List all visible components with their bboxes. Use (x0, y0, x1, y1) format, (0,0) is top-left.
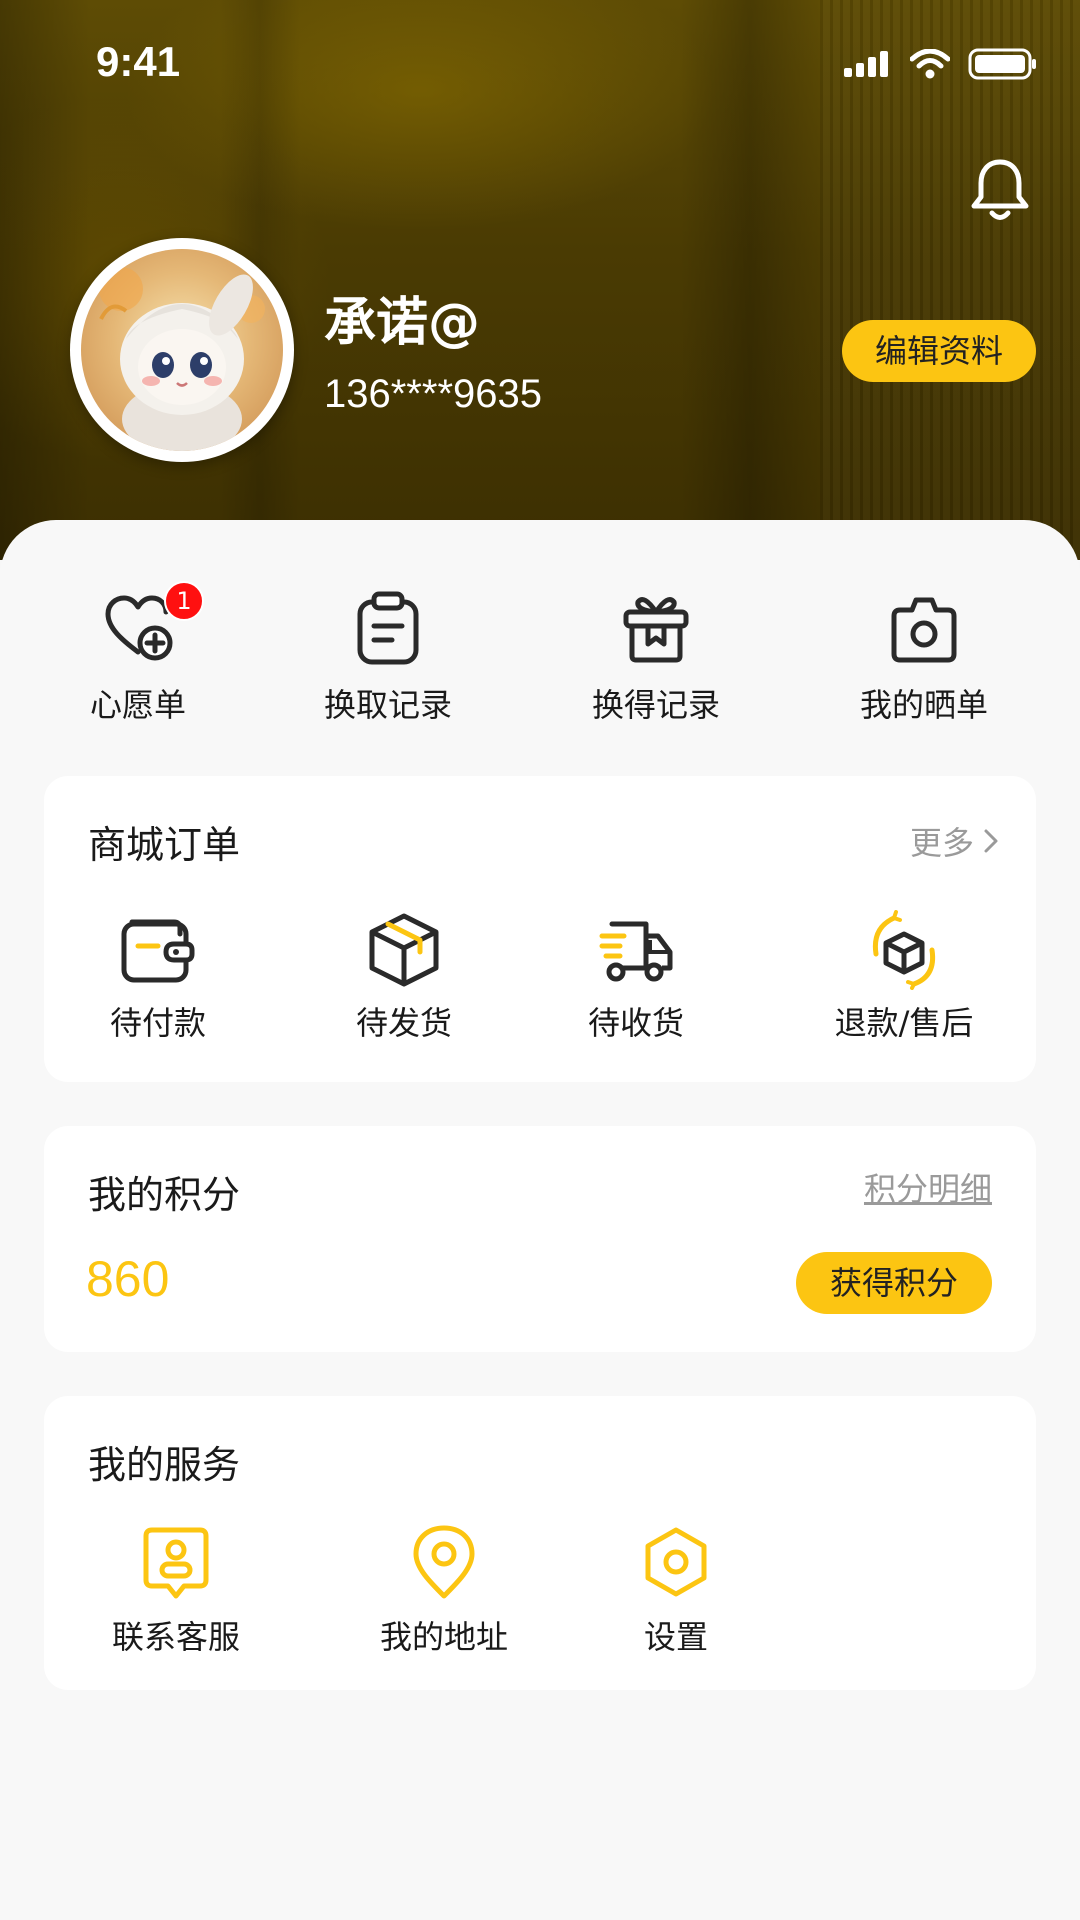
quick-item-label: 心愿单 (89, 686, 186, 724)
battery-icon (968, 48, 1036, 80)
order-pending-shipment[interactable]: 待发货 (294, 910, 514, 1050)
order-pending-receipt[interactable]: 待收货 (526, 910, 746, 1050)
service-label: 设置 (643, 1618, 708, 1656)
refund-cycle-icon (872, 910, 936, 990)
order-pending-payment[interactable]: 待付款 (48, 910, 268, 1050)
phone-number: 136****9635 (324, 372, 542, 416)
camera-icon (891, 597, 957, 663)
chevron-right-icon (984, 829, 998, 853)
order-label: 退款/售后 (834, 1004, 974, 1042)
customer-service-icon (143, 1527, 209, 1599)
wallet-icon (121, 919, 195, 983)
clipboard-icon (357, 591, 419, 665)
quick-actions: 心愿单 换取记录 换得记录 我的晒单 (0, 590, 1080, 740)
my-points-card: 我的积分 积分明细 860 获得积分 (44, 1126, 1036, 1352)
wishlist-badge: 1 (164, 581, 204, 621)
service-my-address[interactable]: 我的地址 (344, 1524, 544, 1664)
quick-item-label: 换得记录 (591, 686, 720, 724)
gift-box-icon (623, 597, 689, 663)
order-refund-aftersales[interactable]: 退款/售后 (794, 910, 1014, 1050)
settings-hexagon-icon (645, 1527, 707, 1597)
service-label: 联系客服 (111, 1618, 240, 1656)
services-title: 我的服务 (88, 1443, 241, 1487)
service-settings[interactable]: 设置 (576, 1524, 776, 1664)
avatar[interactable] (70, 238, 294, 462)
avatar-image (81, 249, 283, 451)
cellular-signal-icon (844, 51, 888, 77)
points-title: 我的积分 (88, 1173, 241, 1217)
status-icons (844, 48, 1038, 80)
bell-icon[interactable] (968, 156, 1032, 224)
more-label: 更多 (909, 824, 974, 862)
points-detail-link[interactable]: 积分明细 (864, 1164, 992, 1210)
status-time: 9:41 (96, 38, 181, 85)
username: 承诺@ (324, 293, 481, 353)
order-label: 待付款 (109, 1004, 206, 1042)
quick-item-label: 我的晒单 (859, 686, 988, 724)
service-customer-support[interactable]: 联系客服 (76, 1524, 276, 1664)
mall-orders-card: 商城订单 更多 待付款 待发货 待收货 退款/售后 (44, 776, 1036, 1082)
earn-points-button[interactable]: 获得积分 (796, 1252, 992, 1314)
quick-item-label: 换取记录 (323, 686, 452, 724)
order-label: 待发货 (355, 1004, 452, 1042)
delivery-truck-icon (599, 921, 673, 982)
points-value: 860 (86, 1251, 170, 1307)
orders-more-link[interactable]: 更多 (910, 818, 1000, 864)
edit-profile-button[interactable]: 编辑资料 (842, 320, 1036, 382)
quick-item-obtained-records[interactable]: 换得记录 (556, 590, 756, 740)
quick-item-exchange-records[interactable]: 换取记录 (288, 590, 488, 740)
package-icon (369, 913, 439, 987)
location-pin-icon (413, 1525, 475, 1599)
service-label: 我的地址 (379, 1618, 508, 1656)
quick-item-my-posts[interactable]: 我的晒单 (824, 590, 1024, 740)
wifi-icon (910, 49, 950, 79)
status-bar: 9:41 (0, 0, 1080, 130)
order-label: 待收货 (587, 1004, 684, 1042)
orders-title: 商城订单 (88, 823, 241, 867)
my-services-card: 我的服务 联系客服 我的地址 设置 (44, 1396, 1036, 1690)
quick-item-wishlist[interactable]: 心愿单 (38, 590, 238, 740)
